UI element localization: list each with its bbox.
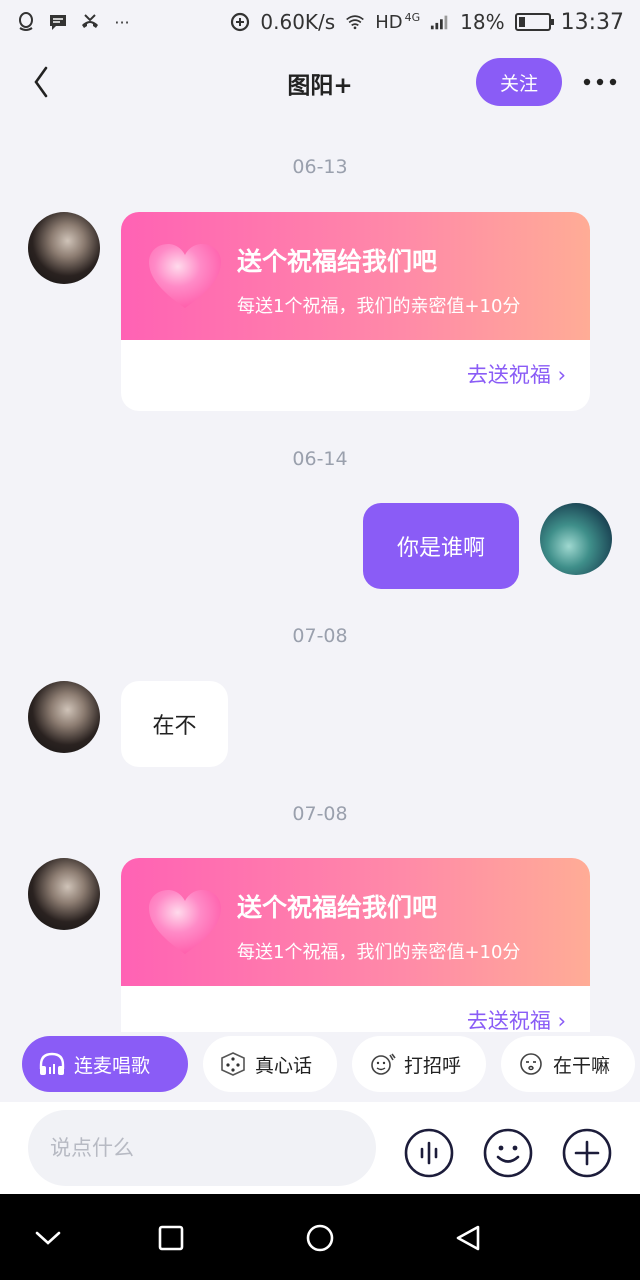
timestamp: 07-08 [292, 803, 348, 825]
follow-button[interactable]: 关注 [476, 58, 562, 106]
avatar[interactable] [28, 858, 100, 930]
input-bar [0, 1102, 640, 1194]
heart-icon [149, 244, 221, 308]
recent-apps-button[interactable] [147, 1214, 195, 1262]
sing-together-chip[interactable]: 连麦唱歌 [22, 1036, 188, 1092]
sing-together-label: 连麦唱歌 [74, 1054, 151, 1077]
status-right: 0.60K/s HD 4G 18% 13:37 [230, 10, 624, 35]
my-avatar[interactable] [540, 503, 612, 575]
signal-icon [430, 12, 450, 32]
more-dots-icon [583, 78, 617, 86]
battery-percent: 18% [460, 10, 505, 34]
chevron-down-icon [35, 1231, 61, 1245]
blessing-card-subtitle: 每送1个祝福，我们的亲密值+10分 [237, 296, 521, 317]
quick-actions-bar: 连麦唱歌 真心话 打招呼 在干嘛 [0, 1032, 640, 1102]
curious-emoji-icon [517, 1050, 545, 1078]
hide-keyboard-button[interactable] [24, 1214, 72, 1262]
greet-label: 打招呼 [404, 1054, 462, 1077]
timestamp: 07-08 [292, 625, 348, 647]
more-options-button[interactable] [578, 64, 622, 100]
status-time: 13:37 [560, 9, 624, 35]
data-saver-icon [230, 12, 250, 32]
qq-icon [16, 12, 36, 32]
circle-icon [306, 1224, 334, 1252]
voice-wave-icon [404, 1128, 454, 1178]
back-button[interactable] [26, 62, 56, 102]
greet-chip[interactable]: 打招呼 [352, 1036, 486, 1092]
triangle-back-icon [456, 1225, 480, 1251]
missed-call-icon [80, 12, 100, 32]
plus-button[interactable] [562, 1128, 612, 1178]
blessing-card-subtitle: 每送1个祝福，我们的亲密值+10分 [237, 942, 521, 963]
message-input[interactable] [28, 1110, 376, 1186]
blessing-card-title: 送个祝福给我们吧 [237, 893, 438, 922]
message-icon [48, 12, 68, 32]
more-dots-icon: ··· [114, 12, 130, 32]
square-icon [158, 1225, 184, 1251]
dice-icon [219, 1050, 247, 1078]
blessing-card-title: 送个祝福给我们吧 [237, 247, 438, 276]
blessing-card[interactable]: 送个祝福给我们吧 每送1个祝福，我们的亲密值+10分 去送祝福 › [121, 212, 590, 411]
blessing-card[interactable]: 送个祝福给我们吧 每送1个祝福，我们的亲密值+10分 去送祝福 › [121, 858, 590, 1057]
wave-emoji-icon [368, 1050, 396, 1078]
wifi-icon [345, 12, 365, 32]
battery-icon [514, 13, 554, 31]
network-gen-label: 4G [404, 10, 421, 24]
network-speed: 0.60K/s [260, 10, 336, 34]
plus-icon [562, 1128, 612, 1178]
send-blessing-link[interactable]: 去送祝福 › [467, 1005, 566, 1035]
status-bar: ··· 0.60K/s HD 4G 18% 13:37 [0, 0, 640, 44]
truth-chip[interactable]: 真心话 [203, 1036, 337, 1092]
timestamp: 06-14 [292, 448, 348, 470]
sent-message-bubble[interactable]: 你是谁啊 [363, 503, 519, 589]
timestamp: 06-13 [292, 156, 348, 178]
system-back-button[interactable] [444, 1214, 492, 1262]
what-doing-chip[interactable]: 在干嘛 [501, 1036, 635, 1092]
heart-icon [149, 890, 221, 954]
status-left-icons: ··· [16, 12, 132, 32]
headphones-icon [38, 1050, 66, 1078]
truth-label: 真心话 [255, 1054, 313, 1077]
blessing-card-banner: 送个祝福给我们吧 每送1个祝福，我们的亲密值+10分 [121, 212, 590, 340]
top-navbar: 图阳+ 关注 [0, 44, 640, 120]
what-doing-label: 在干嘛 [553, 1054, 611, 1077]
blessing-card-banner: 送个祝福给我们吧 每送1个祝福，我们的亲密值+10分 [121, 858, 590, 986]
home-button[interactable] [296, 1214, 344, 1262]
received-message-bubble[interactable]: 在不 [121, 681, 228, 767]
emoji-button[interactable] [483, 1128, 533, 1178]
send-blessing-link[interactable]: 去送祝福 › [467, 359, 566, 389]
system-nav-bar [0, 1194, 640, 1280]
avatar[interactable] [28, 212, 100, 284]
smiley-icon [483, 1128, 533, 1178]
voice-button[interactable] [404, 1128, 454, 1178]
avatar[interactable] [28, 681, 100, 753]
network-hd-label: HD [375, 11, 403, 33]
chevron-left-icon [34, 66, 48, 98]
